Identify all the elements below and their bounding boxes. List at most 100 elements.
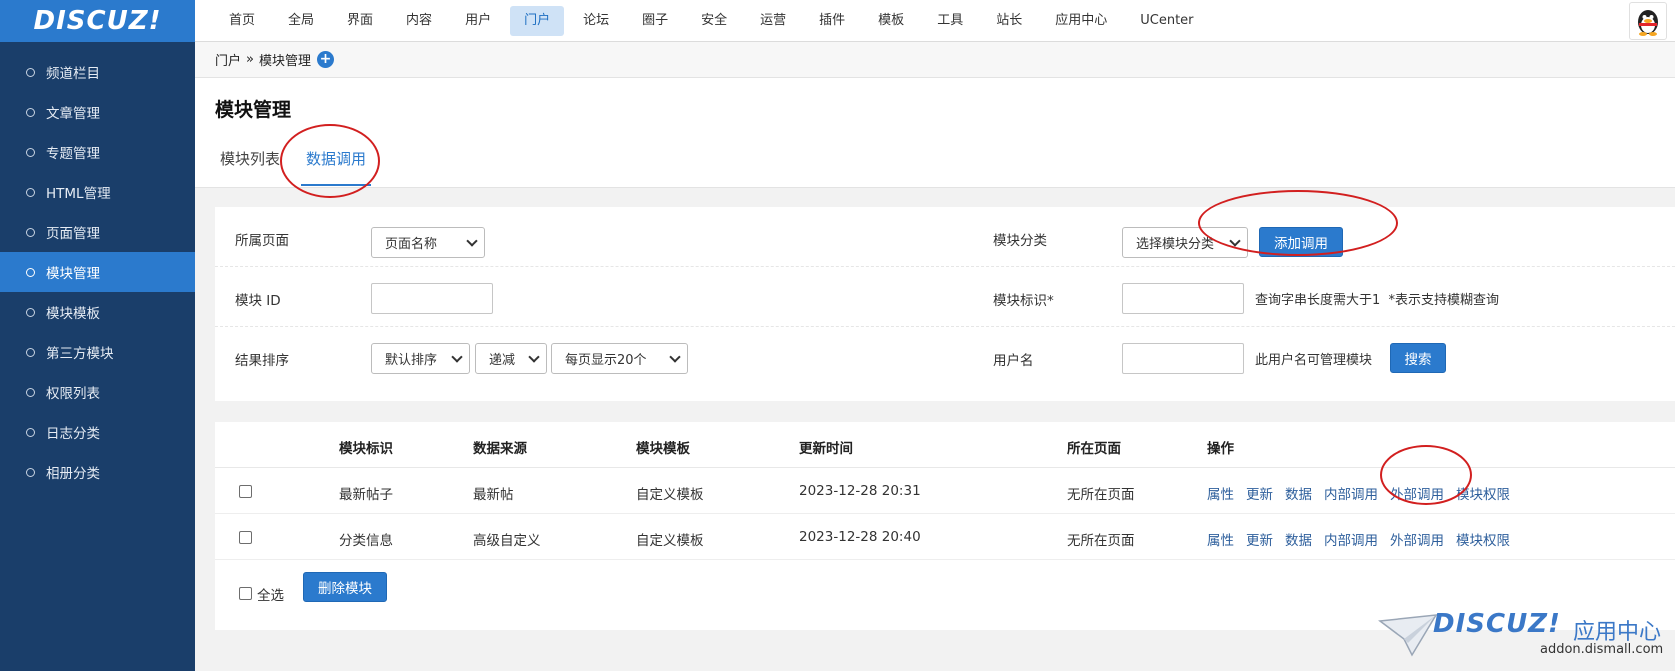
nav-global[interactable]: 全局 [274,6,328,36]
watermark-logo: DISCUZ! [1433,609,1561,639]
sidebar: 频道栏目 文章管理 专题管理 HTML管理 页面管理 模块管理 模块模板 第三方… [0,42,195,671]
block-permission-link[interactable]: 模块权限 [1456,483,1510,503]
row-actions: 属性 更新 数据 内部调用 外部调用 模块权限 [1207,483,1522,503]
category-label: 模块分类 [993,233,1047,249]
update-link[interactable]: 更新 [1246,483,1273,503]
cell-source: 最新帖 [473,487,514,503]
chevron-down-icon [1229,235,1241,247]
nav-operation[interactable]: 运营 [746,6,800,36]
column-header-ident: 模块标识 [339,441,393,457]
circle-icon [26,227,35,237]
data-link[interactable]: 数据 [1285,529,1312,549]
cell-time: 2023-12-28 20:40 [799,529,921,545]
nav-tools[interactable]: 工具 [923,6,977,36]
nav-ucenter[interactable]: UCenter [1126,6,1207,36]
nav-content[interactable]: 内容 [392,6,446,36]
sidebar-item-third-party[interactable]: 第三方模块 [0,332,195,372]
breadcrumb-root[interactable]: 门户 [215,50,241,69]
add-icon[interactable]: + [317,51,334,68]
nav-group[interactable]: 圈子 [628,6,682,36]
circle-icon [26,107,35,117]
internal-call-link[interactable]: 内部调用 [1324,529,1378,549]
circle-icon [26,267,35,277]
nav-user[interactable]: 用户 [451,6,505,36]
nav-plugin[interactable]: 插件 [805,6,859,36]
sidebar-item-page[interactable]: 页面管理 [0,212,195,252]
cell-template: 自定义模板 [636,533,704,549]
search-button[interactable]: 搜索 [1390,343,1446,373]
sidebar-item-label: 专题管理 [46,146,100,162]
tab-block-list[interactable]: 模块列表 [215,142,285,186]
circle-icon [26,67,35,77]
sidebar-item-label: 第三方模块 [46,346,114,362]
chevron-down-icon [451,351,463,363]
sidebar-item-log-category[interactable]: 日志分类 [0,412,195,452]
username-input[interactable] [1122,343,1244,374]
ident-input[interactable] [1122,283,1244,314]
sidebar-item-channel[interactable]: 频道栏目 [0,52,195,92]
sidebar-item-label: 日志分类 [46,426,100,442]
attributes-link[interactable]: 属性 [1207,529,1234,549]
external-call-link[interactable]: 外部调用 [1390,483,1444,503]
cell-page: 无所在页面 [1067,487,1135,503]
external-call-link[interactable]: 外部调用 [1390,529,1444,549]
nav-webmaster[interactable]: 站长 [982,6,1036,36]
sort-select-value: 默认排序 [385,353,438,368]
filter-row: 所属页面 页面名称 模块分类 选择模块分类 添加调用 [215,207,1675,267]
sidebar-item-html[interactable]: HTML管理 [0,172,195,212]
sidebar-item-block[interactable]: 模块管理 [0,252,195,292]
watermark: DISCUZ! 应用中心 addon.dismall.com [1378,609,1663,659]
data-link[interactable]: 数据 [1285,483,1312,503]
order-select[interactable]: 递减 [475,343,547,374]
internal-call-link[interactable]: 内部调用 [1324,483,1378,503]
nav-app-center[interactable]: 应用中心 [1041,6,1121,36]
perpage-select[interactable]: 每页显示20个 [551,343,688,374]
cell-source: 高级自定义 [473,533,541,549]
qq-penguin-icon [1638,10,1658,36]
sidebar-item-album-category[interactable]: 相册分类 [0,452,195,492]
sidebar-item-label: HTML管理 [46,186,111,202]
username-hint: 此用户名可管理模块 [1255,353,1373,368]
sidebar-item-permission[interactable]: 权限列表 [0,372,195,412]
sidebar-item-label: 相册分类 [46,466,100,482]
tab-data-call[interactable]: 数据调用 [301,142,372,186]
nav-security[interactable]: 安全 [687,6,741,36]
select-all-label[interactable]: 全选 [257,584,284,604]
select-all-checkbox[interactable] [239,587,252,600]
chevron-down-icon [528,351,540,363]
nav-forum[interactable]: 论坛 [569,6,623,36]
filter-row: 结果排序 默认排序 递减 每页显示20个 用户名 此用户名可管理模块 搜索 [215,327,1675,387]
table-row: 分类信息 高级自定义 自定义模板 2023-12-28 20:40 无所在页面 … [215,514,1675,560]
logo-text: DISCUZ! [33,6,162,36]
row-checkbox[interactable] [239,531,252,544]
id-input[interactable] [371,283,493,314]
nav-portal[interactable]: 门户 [510,5,565,36]
circle-icon [26,387,35,397]
sidebar-item-label: 权限列表 [46,386,100,402]
breadcrumb-current: 模块管理 [258,54,311,69]
add-call-button[interactable]: 添加调用 [1259,227,1343,257]
sidebar-item-block-template[interactable]: 模块模板 [0,292,195,332]
category-select-value: 选择模块分类 [1136,237,1215,252]
category-select[interactable]: 选择模块分类 [1122,227,1248,258]
attributes-link[interactable]: 属性 [1207,483,1234,503]
cell-page: 无所在页面 [1067,533,1135,549]
sort-select[interactable]: 默认排序 [371,343,470,374]
logo[interactable]: DISCUZ! [0,0,195,42]
sidebar-item-topic[interactable]: 专题管理 [0,132,195,172]
block-table: 模块标识 数据来源 模块模板 更新时间 所在页面 操作 最新帖子 最新帖 自定义… [215,422,1675,630]
breadcrumb-separator: » [246,52,254,67]
avatar[interactable] [1629,2,1667,40]
username-label: 用户名 [993,353,1034,369]
nav-interface[interactable]: 界面 [333,6,387,36]
nav-home[interactable]: 首页 [215,6,269,36]
delete-block-button[interactable]: 删除模块 [303,572,387,602]
page-select[interactable]: 页面名称 [371,227,485,258]
row-checkbox[interactable] [239,485,252,498]
breadcrumb: 门户 » 模块管理 + [195,42,1675,78]
sidebar-item-article[interactable]: 文章管理 [0,92,195,132]
block-permission-link[interactable]: 模块权限 [1456,529,1510,549]
nav-template[interactable]: 模板 [864,6,918,36]
update-link[interactable]: 更新 [1246,529,1273,549]
sort-label: 结果排序 [235,353,289,369]
